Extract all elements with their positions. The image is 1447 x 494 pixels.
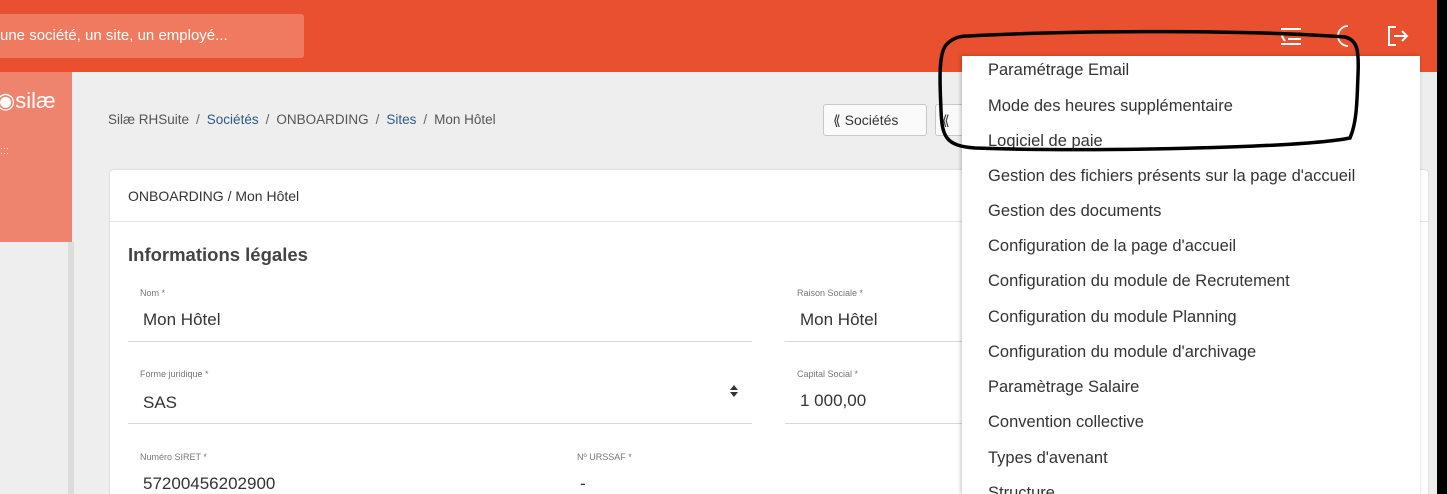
breadcrumb-link-sites[interactable]: Sites [386, 112, 416, 127]
back-to-societes-button[interactable]: ⟪ Sociétés [823, 104, 927, 136]
capital-social-label: Capital Social * [797, 369, 859, 379]
silae-logo: ◉silæ [0, 88, 56, 113]
menu-item-parametrage-email[interactable]: Paramétrage Email [988, 61, 1129, 80]
siret-field[interactable]: Numéro SIRET * 57200456202900 [128, 450, 548, 494]
forme-juridique-select[interactable]: Forme juridique * SAS [128, 367, 752, 424]
sidebar: ◉silæ ··· ··· [0, 72, 72, 242]
capital-social-value: 1 000,00 [800, 391, 867, 410]
breadcrumb: Silæ RHSuite / Sociétés / ONBOARDING / Sites / M… [108, 112, 496, 127]
nom-field[interactable]: Nom * Mon Hôtel [128, 286, 752, 342]
urssaf-field[interactable]: Nº URSSAF * - [565, 450, 755, 494]
raison-sociale-label: Raison Sociale * [797, 288, 864, 298]
sidebar-strip [68, 242, 74, 494]
sort-arrows-icon [728, 384, 740, 403]
capital-social-field[interactable]: Capital Social * 1 000,00 [785, 367, 985, 424]
breadcrumb-link-societes[interactable]: Sociétés [207, 112, 259, 127]
section-title: Informations légales [128, 244, 308, 265]
menu-item-types-avenant[interactable]: Types d'avenant [988, 449, 1108, 468]
menu-icon[interactable] [1277, 22, 1305, 50]
app-window: une société, un site, un employé... ◉sil… [0, 0, 1437, 494]
field-underline [785, 423, 985, 424]
settings-dropdown-menu: Paramétrage Email Mode des heures supplé… [962, 56, 1420, 494]
menu-item-documents[interactable]: Gestion des documents [988, 202, 1161, 221]
menu-item-config-recrutement[interactable]: Configuration du module de Recrutement [988, 272, 1290, 291]
raison-sociale-field[interactable]: Raison Sociale * Mon Hôtel [785, 286, 985, 342]
menu-item-fichiers-accueil[interactable]: Gestion des fichiers présents sur la pag… [988, 167, 1355, 186]
menu-item-config-planning[interactable]: Configuration du module Planning [988, 308, 1237, 327]
raison-sociale-value: Mon Hôtel [800, 310, 878, 329]
field-underline [785, 341, 985, 342]
breadcrumb-company: ONBOARDING [276, 112, 369, 127]
menu-item-config-accueil[interactable]: Configuration de la page d'accueil [988, 237, 1236, 256]
menu-item-structure[interactable]: Structure [988, 484, 1055, 494]
breadcrumb-separator: / [375, 112, 380, 127]
sidebar-ellipsis: ··· ··· [0, 143, 9, 158]
menu-item-parametrage-salaire[interactable]: Paramètrage Salaire [988, 378, 1139, 397]
forme-juridique-value: SAS [143, 393, 178, 412]
back-to-sites-button[interactable]: ⟪ [935, 104, 965, 136]
menu-item-config-archivage[interactable]: Configuration du module d'archivage [988, 343, 1256, 362]
moon-icon[interactable] [1330, 22, 1358, 50]
forme-juridique-label: Forme juridique * [140, 369, 209, 379]
menu-item-logiciel-paie[interactable]: Logiciel de paie [988, 132, 1103, 151]
menu-item-heures-supplementaires[interactable]: Mode des heures supplémentaire [988, 97, 1233, 116]
logout-icon[interactable] [1384, 22, 1412, 50]
breadcrumb-separator: / [265, 112, 270, 127]
breadcrumb-separator: / [423, 112, 428, 127]
breadcrumb-current: Mon Hôtel [434, 112, 496, 127]
field-underline [128, 423, 752, 424]
field-underline [128, 341, 752, 342]
urssaf-value: - [580, 474, 586, 493]
siret-label: Numéro SIRET * [140, 452, 207, 462]
breadcrumb-separator: / [196, 112, 200, 127]
nom-value: Mon Hôtel [143, 310, 221, 329]
breadcrumb-root: Silæ RHSuite [108, 112, 190, 127]
search-input[interactable]: une société, un site, un employé... [0, 14, 304, 58]
urssaf-label: Nº URSSAF * [577, 452, 632, 462]
nom-label: Nom * [140, 288, 166, 298]
siret-value: 57200456202900 [143, 474, 276, 493]
menu-item-convention-collective[interactable]: Convention collective [988, 413, 1144, 432]
